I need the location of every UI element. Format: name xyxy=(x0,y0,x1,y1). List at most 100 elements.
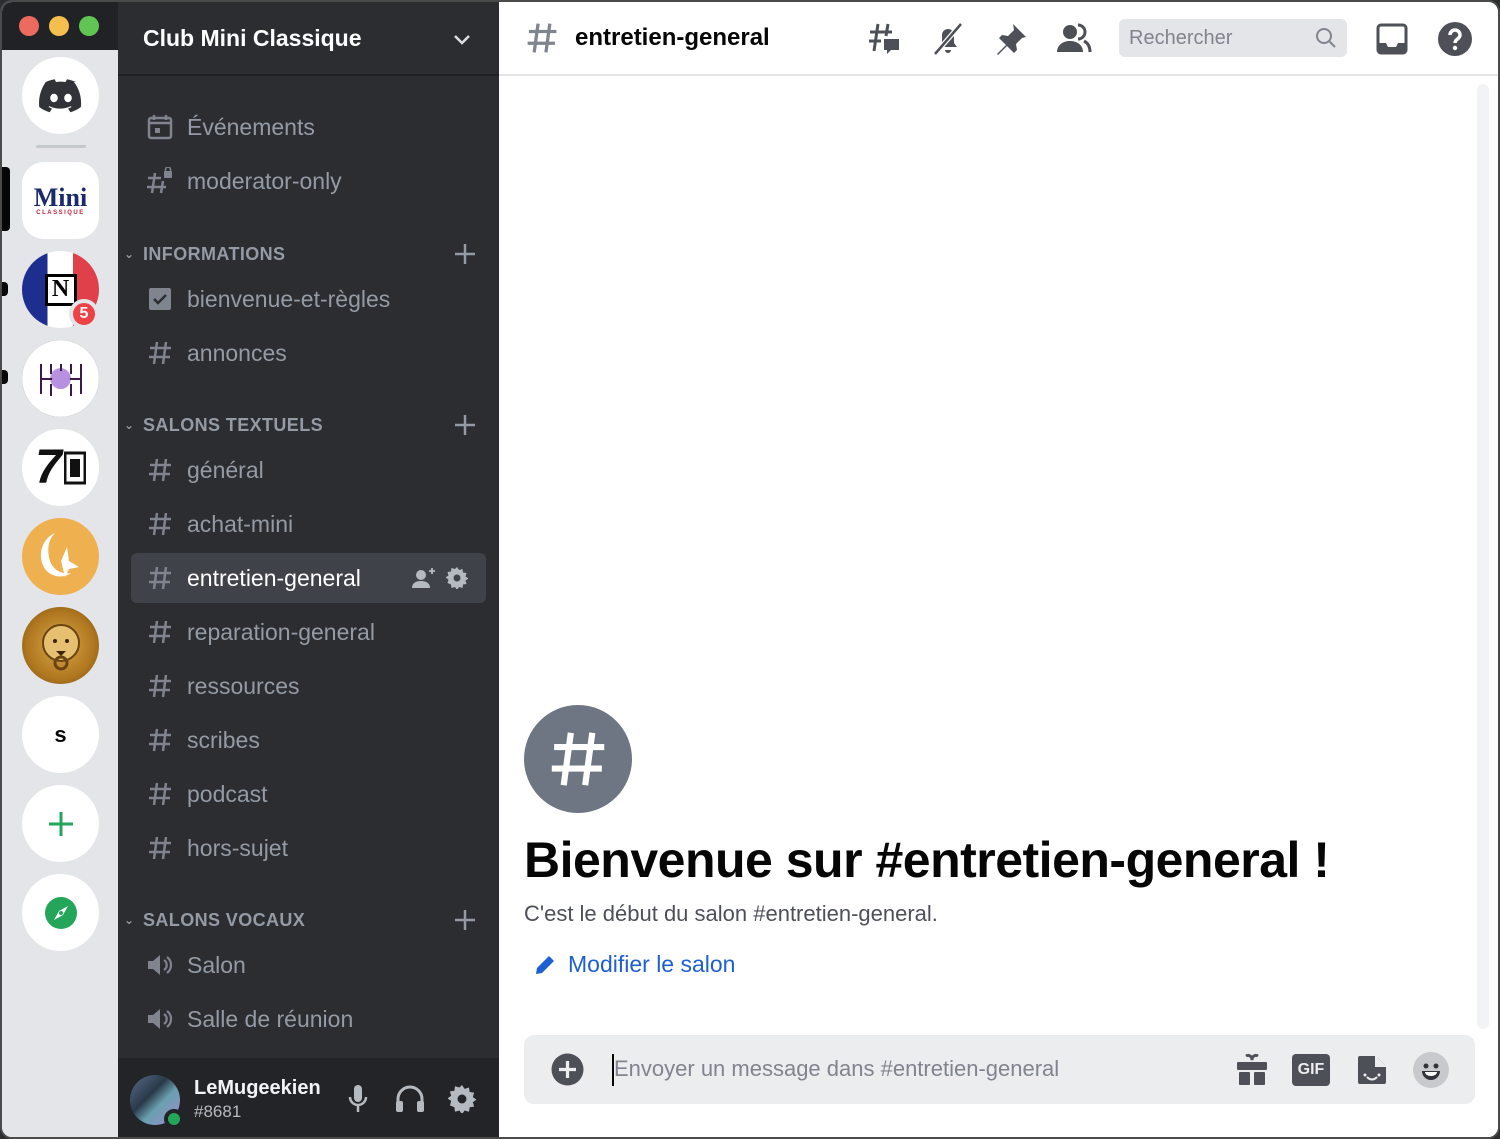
messages-scrollbar[interactable] xyxy=(1477,84,1489,1029)
channel-entretien-general[interactable]: entretien-general xyxy=(131,553,486,603)
deafen-button[interactable] xyxy=(393,1082,427,1116)
chevron-down-icon[interactable] xyxy=(451,28,473,50)
speaker-icon xyxy=(145,1004,175,1034)
chevron-down-icon: ⌄ xyxy=(124,913,135,927)
voice-channel-salle-de-reunion[interactable]: Salle de réunion xyxy=(131,994,486,1044)
server-grid-ministries[interactable] xyxy=(22,340,99,417)
locked-hash-icon xyxy=(145,166,175,196)
hash-icon xyxy=(145,779,175,809)
close-window-button[interactable] xyxy=(19,16,39,36)
channel-title: entretien-general xyxy=(575,24,770,51)
category-salons-vocaux[interactable]: ⌄ SALONS VOCAUX xyxy=(124,905,486,935)
add-attachment-icon[interactable] xyxy=(551,1053,584,1086)
pinned-messages-button[interactable] xyxy=(992,20,1030,58)
gear-icon[interactable] xyxy=(446,567,468,589)
user-panel: LeMugeekien #8681 xyxy=(118,1058,499,1137)
send-gift-button[interactable] xyxy=(1232,1050,1272,1090)
inbox-button[interactable] xyxy=(1373,20,1411,58)
channel-ressources[interactable]: ressources xyxy=(131,661,486,711)
lion-knocker-icon xyxy=(41,623,80,670)
hash-icon xyxy=(551,732,605,786)
server-le-7eme-art[interactable]: 7 xyxy=(22,429,99,506)
channel-label: général xyxy=(187,456,264,483)
gif-picker-button[interactable]: GIF xyxy=(1291,1050,1331,1090)
network-people-icon xyxy=(39,363,82,396)
create-channel-plus-icon[interactable] xyxy=(452,241,478,267)
search-bar[interactable] xyxy=(1119,19,1347,57)
pencil-icon xyxy=(536,955,554,974)
sticker-icon xyxy=(1358,1056,1386,1084)
channel-hors-sujet[interactable]: hors-sujet xyxy=(131,823,486,873)
online-status-icon xyxy=(164,1108,184,1129)
channel-scribes[interactable]: scribes xyxy=(131,715,486,765)
edit-channel-link[interactable]: Modifier le salon xyxy=(524,951,1329,978)
threads-button[interactable] xyxy=(866,20,904,58)
guild-header[interactable]: Club Mini Classique xyxy=(118,2,499,76)
channel-label: hors-sujet xyxy=(187,834,288,861)
channel-bienvenue-et-regles[interactable]: bienvenue-et-règles xyxy=(131,274,486,324)
minimize-window-button[interactable] xyxy=(49,16,69,36)
members-icon xyxy=(1057,23,1092,53)
channel-label: Salon xyxy=(187,951,246,978)
unread-indicator xyxy=(2,282,8,296)
channel-header: entretien-general xyxy=(499,2,1498,76)
create-channel-plus-icon[interactable] xyxy=(452,907,478,933)
channel-moderator-only[interactable]: moderator-only xyxy=(131,156,486,206)
username: LeMugeekien xyxy=(194,1077,321,1099)
maximize-window-button[interactable] xyxy=(79,16,99,36)
channel-annonces[interactable]: annonces xyxy=(131,328,486,378)
emoji-picker-button[interactable] xyxy=(1411,1050,1451,1090)
server-rail: Mini CLASSIQUE N 5 7 s xyxy=(2,2,118,1137)
mute-button[interactable] xyxy=(341,1082,375,1116)
hash-icon xyxy=(145,338,175,368)
help-button[interactable] xyxy=(1436,20,1474,58)
add-server-button[interactable] xyxy=(22,785,99,862)
gift-icon xyxy=(1237,1053,1267,1085)
hash-icon xyxy=(145,725,175,755)
category-label: SALONS VOCAUX xyxy=(143,909,306,930)
user-settings-button[interactable] xyxy=(445,1082,479,1116)
message-input[interactable] xyxy=(614,1049,1214,1089)
channel-label: Salle de réunion xyxy=(187,1005,354,1032)
channel-reparation-general[interactable]: reparation-general xyxy=(131,607,486,657)
explore-servers-button[interactable] xyxy=(22,874,99,951)
sticker-picker-button[interactable] xyxy=(1352,1050,1392,1090)
member-list-button[interactable] xyxy=(1055,20,1093,58)
active-server-indicator xyxy=(2,167,10,231)
chat-area: entretien-general Rechercher Bienvenue s… xyxy=(499,2,1498,1137)
user-discriminator: #8681 xyxy=(194,1102,242,1121)
channel-podcast[interactable]: podcast xyxy=(131,769,486,819)
chevron-down-icon: ⌄ xyxy=(124,247,135,261)
voice-channel-salon[interactable]: Salon xyxy=(131,940,486,990)
channel-welcome: Bienvenue sur #entretien-general ! C'est… xyxy=(524,705,1330,978)
channel-general[interactable]: général xyxy=(131,445,486,495)
category-label: INFORMATIONS xyxy=(143,243,286,264)
channel-achat-mini[interactable]: achat-mini xyxy=(131,499,486,549)
notification-settings-button[interactable] xyxy=(929,20,967,58)
server-club-mini-classique[interactable]: Mini CLASSIQUE xyxy=(22,162,99,239)
search-input[interactable] xyxy=(1129,26,1309,50)
category-informations[interactable]: ⌄ INFORMATIONS xyxy=(124,239,486,269)
invite-member-icon[interactable] xyxy=(412,567,436,589)
inbox-icon xyxy=(1376,23,1408,55)
events-item[interactable]: Événements xyxy=(131,102,486,152)
hash-icon xyxy=(145,455,175,485)
create-channel-plus-icon[interactable] xyxy=(452,412,478,438)
channel-label: bienvenue-et-règles xyxy=(187,285,391,312)
server-moon[interactable] xyxy=(22,518,99,595)
server-lion[interactable] xyxy=(22,607,99,684)
user-controls xyxy=(341,1082,479,1116)
rail-separator xyxy=(36,145,86,148)
microphone-icon xyxy=(348,1085,368,1112)
server-s[interactable]: s xyxy=(22,696,99,773)
guild-name: Club Mini Classique xyxy=(143,24,362,51)
home-button[interactable] xyxy=(22,57,99,134)
user-info[interactable]: LeMugeekien #8681 xyxy=(194,1077,321,1122)
message-composer: GIF xyxy=(524,1035,1475,1104)
avatar[interactable] xyxy=(130,1074,184,1129)
category-label: SALONS TEXTUELS xyxy=(143,414,324,435)
discord-logo-icon xyxy=(38,78,81,112)
rules-check-icon xyxy=(145,284,175,314)
category-salons-textuels[interactable]: ⌄ SALONS TEXTUELS xyxy=(124,410,486,440)
channel-label: annonces xyxy=(187,339,287,366)
